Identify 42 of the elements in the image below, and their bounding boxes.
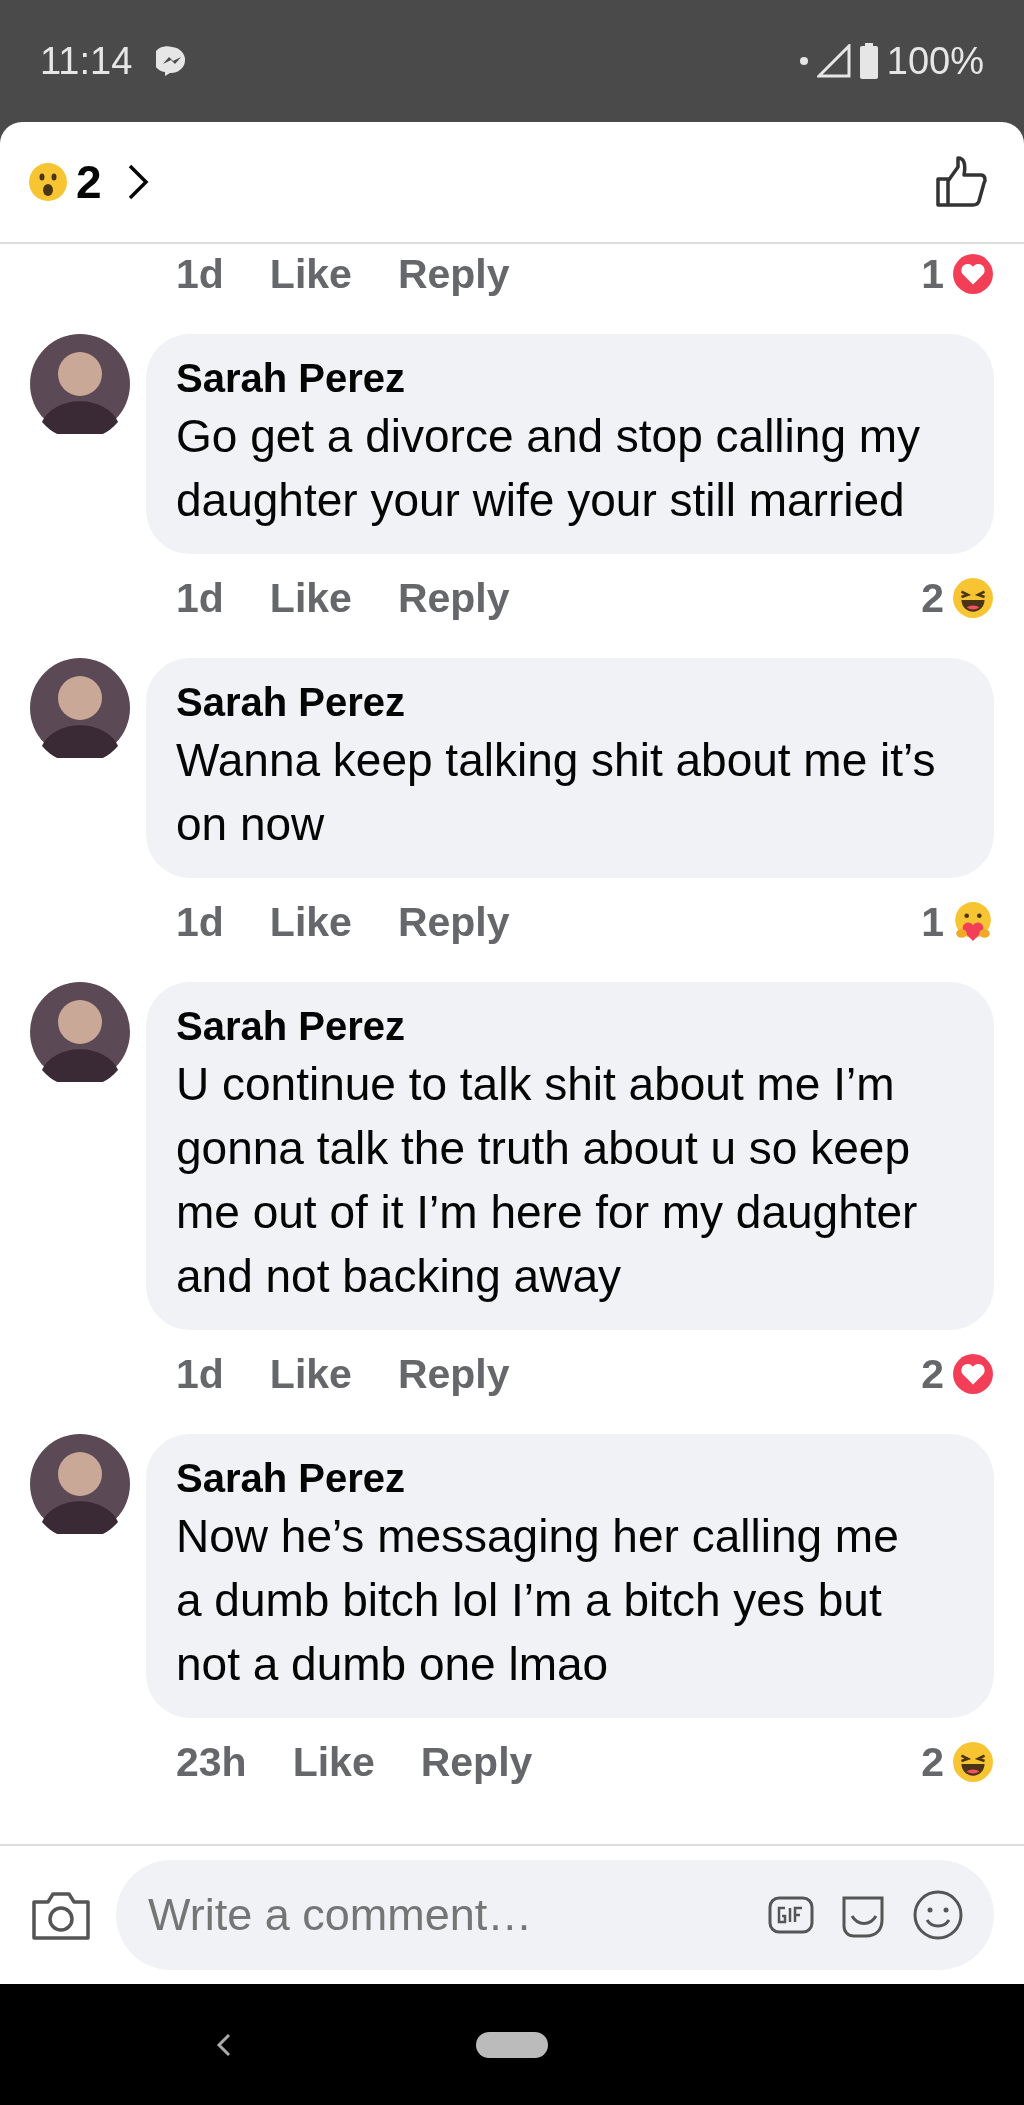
reply-link[interactable]: Reply xyxy=(397,250,510,298)
avatar[interactable] xyxy=(30,1434,130,1534)
home-icon[interactable] xyxy=(476,2031,548,2058)
clock: 11:14 xyxy=(40,38,133,84)
thumbs-up-icon[interactable] xyxy=(934,155,988,209)
comment-time: 1d xyxy=(176,898,224,946)
comment-time: 1d xyxy=(176,1350,224,1398)
comment-field[interactable]: Write a comment… xyxy=(116,1860,994,1970)
like-link[interactable]: Like xyxy=(292,1738,375,1786)
reaction-count: 1 xyxy=(921,898,944,946)
comment-author[interactable]: Sarah Perez xyxy=(176,676,964,728)
comment-time: 1d xyxy=(176,574,224,622)
reaction-count: 2 xyxy=(921,1350,944,1398)
comment-text: Wanna keep talking shit about me it’s on now xyxy=(176,733,937,852)
comment-author[interactable]: Sarah Perez xyxy=(176,352,964,404)
like-link[interactable]: Like xyxy=(269,574,352,622)
comment-text: Go get a divorce and stop calling my daughter your wife your still married xyxy=(176,409,922,528)
avatar[interactable] xyxy=(30,982,130,1082)
comment-time: 1d xyxy=(176,250,224,298)
reply-link[interactable]: Reply xyxy=(397,898,510,946)
comment-time: 23h xyxy=(176,1738,247,1786)
like-link[interactable]: Like xyxy=(269,898,352,946)
comment-text: Now he’s messaging her calling me a dumb bitch lol I’m a bitch yes but not a dumb one lmao xyxy=(176,1509,900,1692)
comment-text: U continue to talk shit about me I’m gonna talk the truth about u so keep me out of it I’m here for my daughter and not backing away xyxy=(176,1057,919,1304)
like-link[interactable]: Like xyxy=(269,1350,352,1398)
reaction-count: 1 xyxy=(921,250,944,298)
emoji-icon[interactable] xyxy=(912,1889,964,1941)
reply-link[interactable]: Reply xyxy=(420,1738,533,1786)
battery-percent: 100% xyxy=(886,38,984,84)
like-link[interactable]: Like xyxy=(269,250,352,298)
reaction-count: 2 xyxy=(921,574,944,622)
comment-author[interactable]: Sarah Perez xyxy=(176,1000,964,1052)
dot-icon xyxy=(798,56,809,66)
reply-link[interactable]: Reply xyxy=(397,574,510,622)
signal-icon xyxy=(816,44,851,78)
reply-link[interactable]: Reply xyxy=(397,1350,510,1398)
battery-icon xyxy=(858,43,879,79)
reaction-count[interactable]: 2 xyxy=(76,147,102,217)
avatar[interactable] xyxy=(30,334,130,434)
reaction-count: 2 xyxy=(921,1738,944,1786)
comment-author[interactable]: Sarah Perez xyxy=(176,1452,964,1504)
avatar[interactable] xyxy=(30,658,130,758)
